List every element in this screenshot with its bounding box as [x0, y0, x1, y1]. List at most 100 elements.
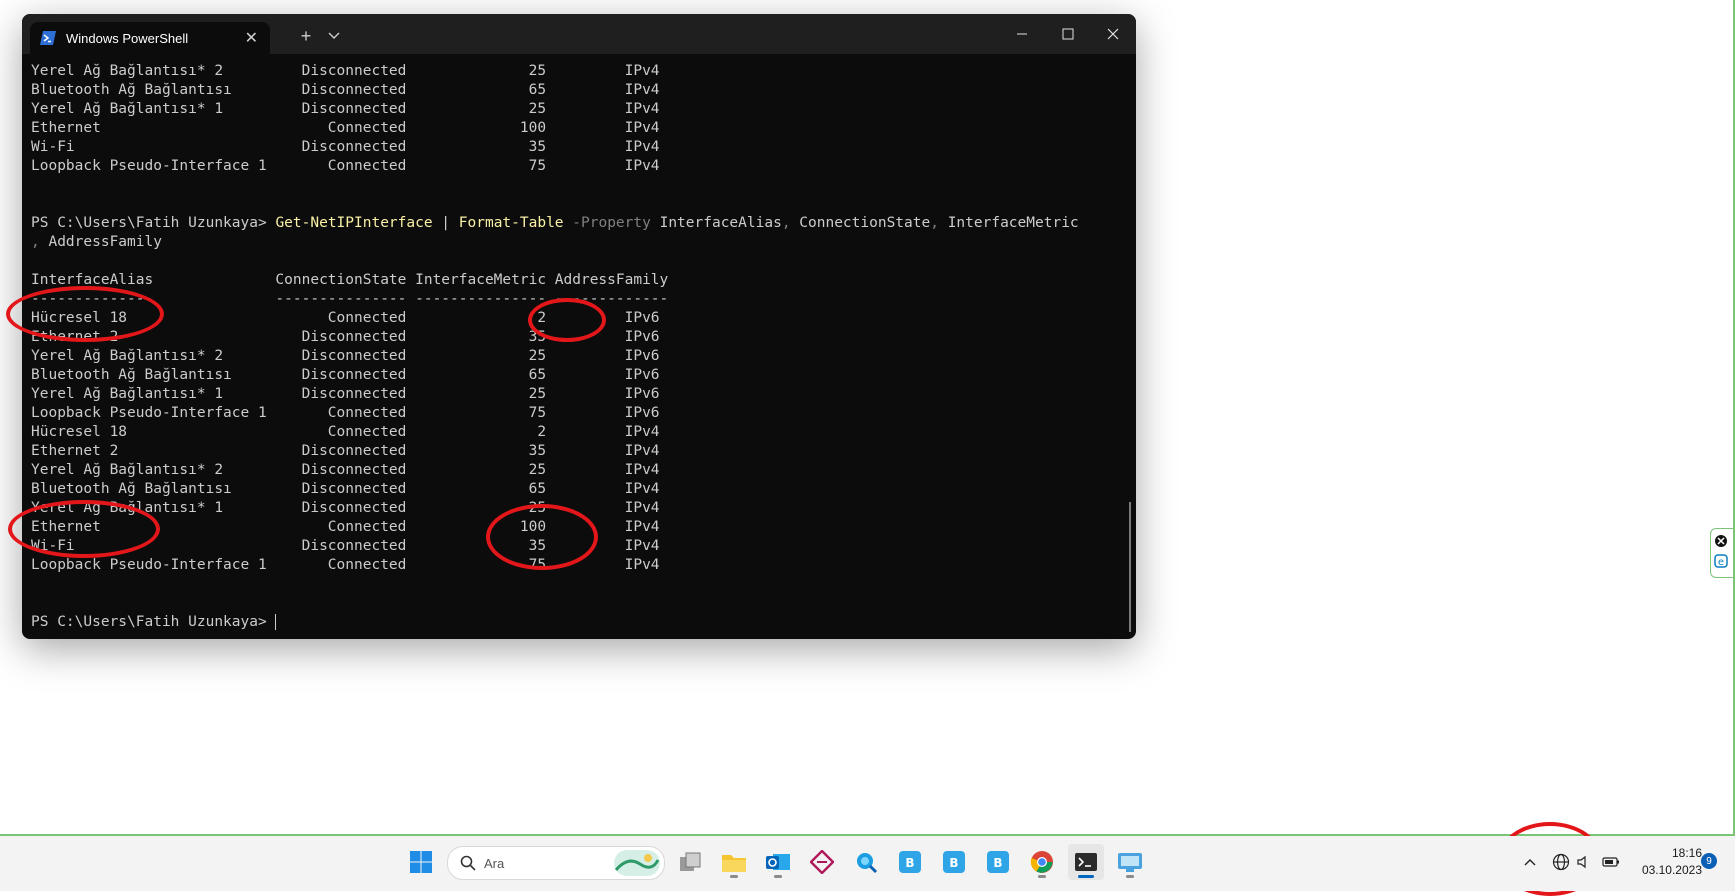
cursor — [275, 614, 286, 630]
side-widget-icons: e — [1714, 535, 1728, 568]
clock[interactable]: 18:16 03.10.2023 — [1630, 845, 1702, 879]
table-row: Yerel Ağ Bağlantısı* 2 Disconnected 25 I… — [31, 348, 660, 364]
pipe: | — [432, 215, 459, 231]
table-row: Wi-Fi Disconnected 35 IPv4 — [31, 139, 660, 155]
chevron-up-icon — [1524, 859, 1536, 866]
table-row: Hücresel 18 Connected 2 IPv4 — [31, 424, 660, 440]
table-row: Loopback Pseudo-Interface 1 Connected 75… — [31, 158, 660, 174]
minimize-icon — [1017, 33, 1027, 35]
tab-powershell[interactable]: Windows PowerShell ✕ — [30, 22, 270, 54]
battery-button[interactable] — [1596, 844, 1626, 880]
remote-desktop-icon — [1118, 853, 1142, 872]
command-argument: ConnectionState — [799, 215, 931, 231]
teams-icon: B — [987, 851, 1009, 873]
side-widget[interactable]: e — [1710, 528, 1733, 578]
table-row: Yerel Ağ Bağlantısı* 1 Disconnected 25 I… — [31, 101, 660, 117]
table-header-underline: -------------- --------------- ---------… — [31, 291, 669, 307]
clock-time: 18:16 — [1671, 846, 1702, 860]
running-indicator — [1038, 875, 1046, 878]
battery-icon — [1602, 857, 1619, 867]
minimize-button[interactable] — [999, 14, 1045, 54]
command-name: Get-NetIPInterface — [275, 215, 433, 231]
tab-title: Windows PowerShell — [66, 30, 189, 46]
search-highlight-icon — [614, 850, 660, 876]
notification-badge[interactable]: 9 — [1701, 853, 1717, 869]
task-view-button[interactable] — [672, 844, 708, 880]
running-indicator — [774, 875, 782, 878]
table-row: Loopback Pseudo-Interface 1 Connected 75… — [31, 557, 660, 573]
table-row: Ethernet Connected 100 IPv4 — [31, 519, 660, 535]
teams-button[interactable]: B — [936, 844, 972, 880]
search-placeholder: Ara — [484, 855, 505, 871]
command-line-continued: , AddressFamily — [31, 233, 1121, 252]
chevron-down-icon — [328, 32, 340, 39]
final-prompt[interactable]: PS C:\Users\Fatih Uzunkaya> — [31, 613, 1121, 632]
table-row: Yerel Ağ Bağlantısı* 2 Disconnected 25 I… — [31, 63, 660, 79]
new-tab-button[interactable]: + — [292, 22, 320, 50]
running-indicator — [1078, 875, 1094, 878]
table-row: Ethernet 2 Disconnected 35 IPv6 — [31, 329, 660, 345]
outlook-icon — [766, 854, 790, 870]
table-row: Yerel Ağ Bağlantısı* 1 Disconnected 25 I… — [31, 386, 660, 402]
teams-icon: B — [899, 851, 921, 873]
search-icon — [460, 855, 476, 871]
powershell-icon — [40, 31, 56, 45]
svg-text:B: B — [905, 856, 914, 870]
table-header: InterfaceAlias ConnectionState Interface… — [31, 272, 669, 288]
running-indicator — [1126, 875, 1134, 878]
close-tab-icon[interactable]: ✕ — [245, 28, 258, 48]
close-button[interactable] — [1090, 14, 1136, 54]
title-bar[interactable]: Windows PowerShell ✕ + — [22, 14, 1136, 54]
volume-button[interactable] — [1572, 844, 1596, 880]
table-row: Bluetooth Ağ Bağlantısı Disconnected 65 … — [31, 367, 660, 383]
prompt: PS C:\Users\Fatih Uzunkaya> — [31, 215, 276, 231]
console-output[interactable]: Yerel Ağ Bağlantısı* 2 Disconnected 25 I… — [31, 62, 1121, 634]
app-button[interactable] — [804, 844, 840, 880]
svg-text:B: B — [949, 856, 958, 870]
command-argument: InterfaceMetric — [947, 215, 1079, 231]
terminal-icon — [1075, 853, 1097, 871]
table-row: Bluetooth Ağ Bağlantısı Disconnected 65 … — [31, 481, 660, 497]
terminal-button[interactable] — [1068, 844, 1104, 880]
taskbar: Ara B B B 18:16 03.10.2023 9 — [0, 836, 1735, 891]
table-row: Wi-Fi Disconnected 35 IPv4 — [31, 538, 660, 554]
powershell-window[interactable]: Windows PowerShell ✕ + Yerel Ağ Bağlantı… — [22, 14, 1136, 639]
edge-search-icon — [857, 853, 878, 874]
edge-search-button[interactable] — [848, 844, 884, 880]
teams-button[interactable]: B — [892, 844, 928, 880]
task-view-icon — [680, 852, 701, 871]
table-row: Hücresel 18 Connected 2 IPv6 — [31, 310, 660, 326]
svg-text:B: B — [993, 856, 1002, 870]
show-hidden-icons-button[interactable] — [1512, 844, 1548, 880]
search-box[interactable]: Ara — [447, 846, 665, 880]
comma: , — [31, 234, 49, 250]
prompt: PS C:\Users\Fatih Uzunkaya> — [31, 614, 276, 630]
scrollbar[interactable] — [1129, 502, 1131, 632]
teams-icon: B — [943, 851, 965, 873]
chrome-button[interactable] — [1024, 844, 1060, 880]
app-icon — [810, 850, 834, 874]
command-name: Format-Table — [458, 215, 564, 231]
maximize-button[interactable] — [1045, 14, 1091, 54]
table-row: Yerel Ağ Bağlantısı* 2 Disconnected 25 I… — [31, 462, 660, 478]
remote-desktop-button[interactable] — [1112, 844, 1148, 880]
speaker-icon — [1577, 855, 1586, 869]
table-row: Ethernet 2 Disconnected 35 IPv4 — [31, 443, 660, 459]
globe-icon — [1552, 853, 1570, 871]
close-icon — [1107, 28, 1119, 40]
table-row: Ethernet Connected 100 IPv4 — [31, 120, 660, 136]
file-explorer-button[interactable] — [716, 844, 752, 880]
teams-button[interactable]: B — [980, 844, 1016, 880]
chrome-icon — [1030, 851, 1053, 873]
start-button[interactable] — [403, 844, 439, 880]
table-row: Bluetooth Ağ Bağlantısı Disconnected 65 … — [31, 82, 660, 98]
outlook-button[interactable] — [760, 844, 796, 880]
maximize-icon — [1062, 28, 1074, 40]
command-line: PS C:\Users\Fatih Uzunkaya> Get-NetIPInt… — [31, 215, 1079, 231]
tab-dropdown-button[interactable] — [320, 22, 348, 50]
